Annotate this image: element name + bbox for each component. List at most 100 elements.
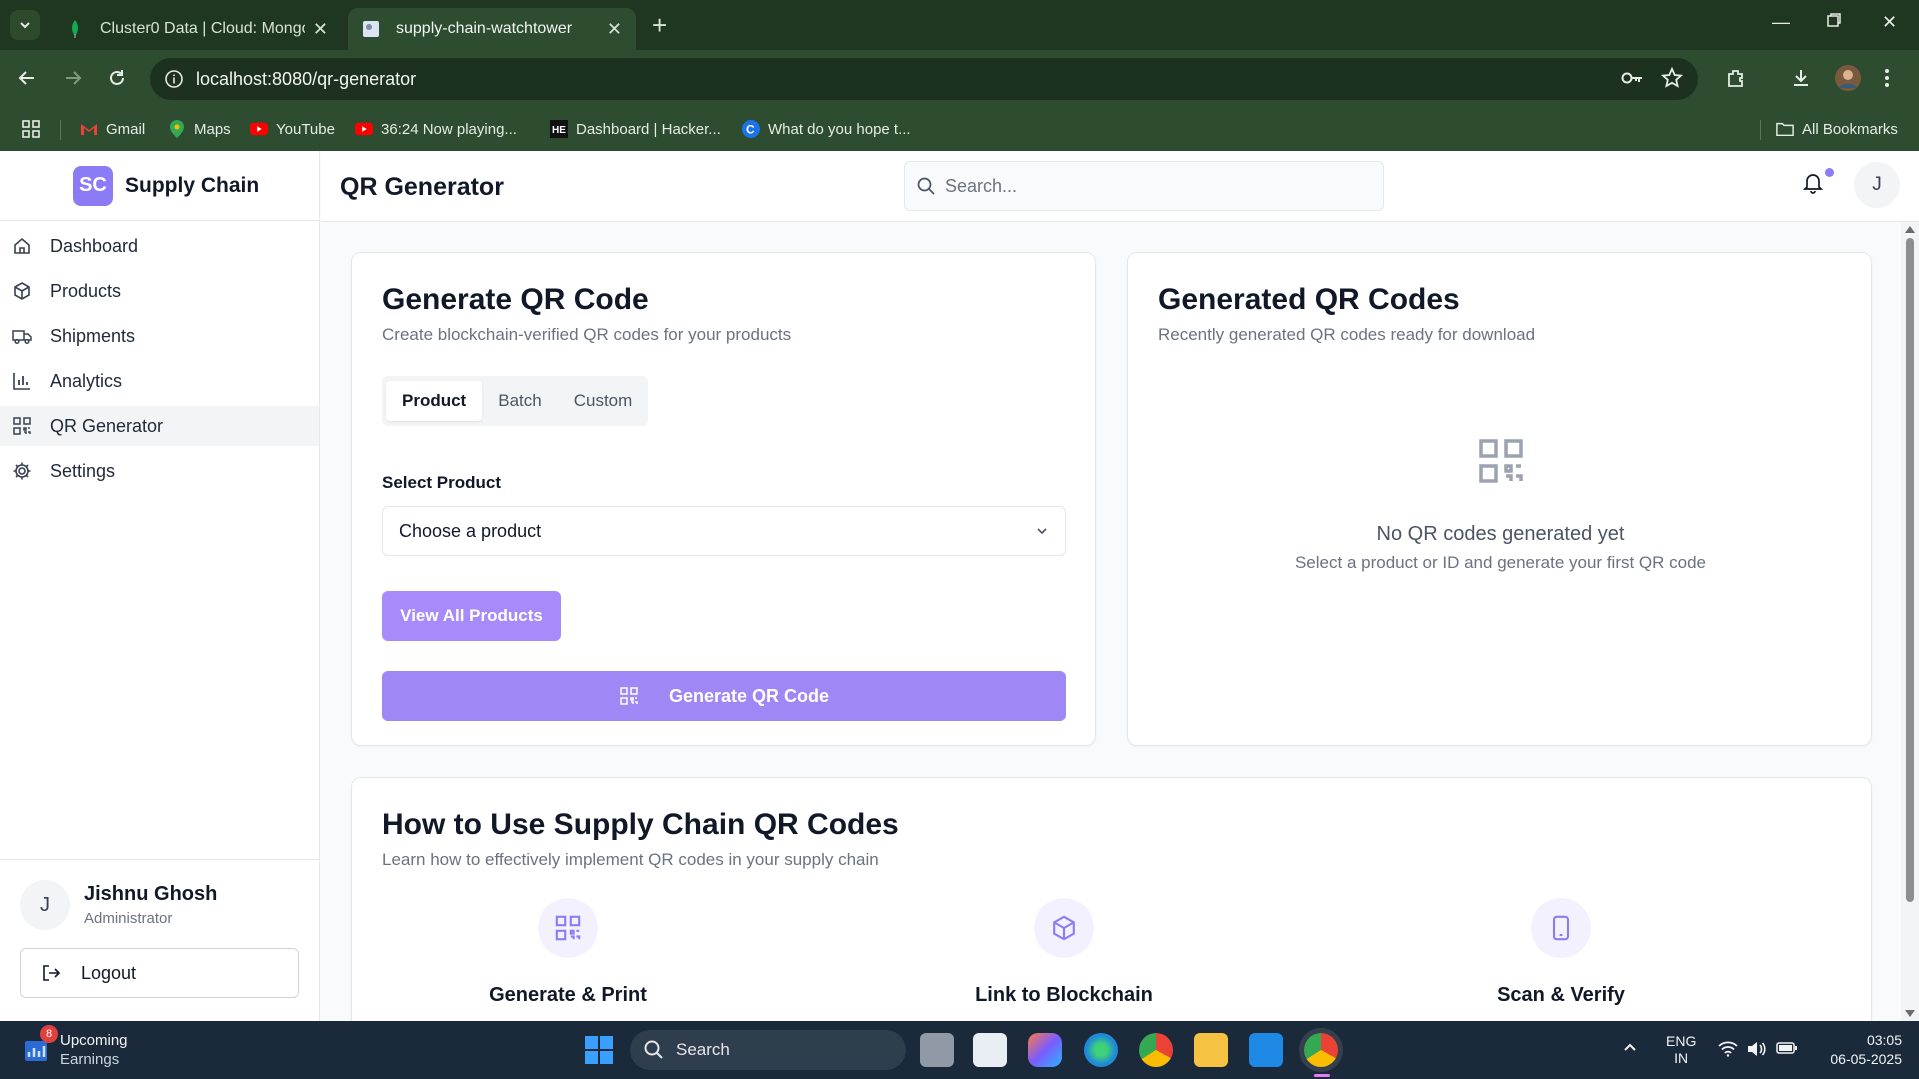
bookmark-label: Gmail (106, 120, 146, 138)
search-box[interactable] (904, 161, 1384, 211)
widgets-button[interactable]: 8 Upcoming Earnings (24, 1025, 128, 1069)
step-label: Link to Blockchain (975, 984, 1153, 1006)
copilot-icon[interactable] (1028, 1033, 1062, 1067)
sidebar-item-label: Settings (50, 460, 116, 481)
bookmark-gmail[interactable]: Gmail (80, 120, 145, 138)
microsoft-store-icon[interactable] (973, 1033, 1007, 1067)
file-explorer-gallery-icon[interactable] (920, 1033, 954, 1067)
sidebar-item-shipments[interactable]: Shipments (0, 316, 319, 356)
password-key-icon[interactable] (1620, 67, 1644, 89)
logout-icon (43, 965, 61, 981)
taskbar-search[interactable]: Search (630, 1030, 906, 1070)
tab-batch[interactable]: Batch (482, 381, 557, 421)
close-icon[interactable]: ✕ (313, 19, 328, 40)
clock[interactable]: 03:05 06-05-2025 (1818, 1031, 1902, 1069)
card-title: Generate QR Code (382, 283, 649, 316)
bookmarks-bar: Gmail Maps YouTube 36:24 Now playing... … (0, 108, 1919, 151)
url-text: localhost:8080/qr-generator (196, 68, 417, 89)
maps-icon (168, 120, 186, 138)
bookmark-now-playing[interactable]: 36:24 Now playing... (355, 120, 517, 138)
extensions-icon[interactable] (1725, 67, 1747, 89)
wifi-icon[interactable] (1718, 1041, 1738, 1057)
view-all-products-button[interactable]: View All Products (382, 591, 561, 641)
folder-icon[interactable] (1194, 1033, 1228, 1067)
notification-badge: 8 (40, 1025, 58, 1043)
bell-icon[interactable] (1803, 172, 1823, 194)
page-icon (362, 20, 380, 38)
empty-state-subtitle: Select a product or ID and generate your… (1294, 553, 1707, 572)
info-icon[interactable] (164, 69, 184, 89)
menu-kebab-icon[interactable] (1884, 67, 1890, 89)
region-code: IN (1674, 1050, 1689, 1066)
browser-tab-active[interactable]: supply-chain-watchtower ✕ (348, 8, 636, 50)
bookmark-maps[interactable]: Maps (168, 120, 231, 138)
sidebar-item-products[interactable]: Products (0, 271, 319, 311)
scrollbar-thumb[interactable] (1906, 238, 1914, 902)
vscode-icon[interactable] (1249, 1033, 1283, 1067)
clock-date: 06-05-2025 (1830, 1051, 1902, 1067)
scroll-down-arrow[interactable] (1905, 1010, 1915, 1017)
restore-icon[interactable] (1826, 12, 1842, 28)
sidebar-item-dashboard[interactable]: Dashboard (0, 226, 319, 266)
widget-line1: Upcoming (60, 1032, 128, 1049)
qr-type-tabs: Product Batch Custom (382, 376, 648, 426)
sidebar-item-settings[interactable]: Settings (0, 451, 319, 491)
download-icon[interactable] (1790, 67, 1812, 89)
all-bookmarks[interactable]: All Bookmarks (1776, 120, 1898, 138)
star-icon[interactable] (1661, 67, 1683, 89)
edge-icon[interactable] (1084, 1033, 1118, 1067)
bookmark-what-do-you-hope[interactable]: C What do you hope t... (742, 120, 911, 138)
close-window-icon[interactable]: ✕ (1882, 12, 1897, 33)
qr-code-icon (620, 687, 638, 705)
tab-search-button[interactable] (10, 10, 40, 40)
battery-icon[interactable] (1776, 1041, 1798, 1055)
tab-custom[interactable]: Custom (558, 381, 649, 421)
search-input[interactable] (945, 175, 1345, 197)
sidebar-nav: Dashboard Products Shipments Analytics Q… (0, 226, 319, 491)
tab-product[interactable]: Product (386, 381, 483, 421)
language-indicator[interactable]: ENG IN (1666, 1033, 1696, 1067)
forward-icon[interactable] (62, 67, 84, 89)
sidebar-item-analytics[interactable]: Analytics (0, 361, 319, 401)
search-icon (917, 177, 935, 195)
active-app-indicator (1314, 1074, 1330, 1077)
bookmark-hackerearth[interactable]: HE Dashboard | Hacker... (550, 120, 721, 138)
logout-button[interactable]: Logout (20, 948, 299, 998)
card-subtitle: Create blockchain-verified QR codes for … (382, 325, 792, 344)
new-tab-button[interactable]: + (652, 12, 667, 38)
close-icon[interactable]: ✕ (607, 19, 622, 40)
sidebar-item-label: Shipments (50, 325, 136, 346)
tab-title: supply-chain-watchtower (396, 20, 573, 37)
apps-grid-icon[interactable] (22, 120, 40, 138)
sidebar-item-qr-generator[interactable]: QR Generator (0, 406, 319, 446)
bookmark-youtube[interactable]: YouTube (250, 120, 335, 138)
avatar[interactable]: J (1854, 162, 1900, 208)
page-scrollbar[interactable] (1901, 222, 1919, 1021)
reload-icon[interactable] (106, 67, 128, 89)
home-icon (14, 237, 30, 254)
browser-tab-strip: Cluster0 Data | Cloud: MongoDB ✕ supply-… (0, 0, 1919, 50)
back-icon[interactable] (16, 67, 38, 89)
chrome-icon[interactable] (1304, 1033, 1338, 1067)
address-bar[interactable]: localhost:8080/qr-generator (150, 58, 1698, 100)
avatar[interactable]: J (20, 880, 70, 930)
scroll-up-arrow[interactable] (1905, 226, 1915, 233)
os-taskbar: 8 Upcoming Earnings Search ENG IN 03:05 … (0, 1021, 1919, 1079)
how-to-use-card: How to Use Supply Chain QR Codes Learn h… (351, 777, 1872, 1021)
clock-time: 03:05 (1866, 1032, 1902, 1048)
browser-toolbar: localhost:8080/qr-generator (0, 50, 1919, 108)
browser-tab-mongodb[interactable]: Cluster0 Data | Cloud: MongoDB ✕ (52, 8, 342, 50)
start-button[interactable] (584, 1035, 614, 1065)
svg-text:C: C (746, 123, 755, 137)
c-icon: C (742, 120, 760, 138)
generate-qr-button[interactable]: Generate QR Code (382, 671, 1066, 721)
chevron-up-icon[interactable] (1622, 1039, 1638, 1055)
volume-icon[interactable] (1746, 1041, 1766, 1057)
select-product-label: Select Product (382, 473, 502, 492)
logout-label: Logout (81, 962, 137, 983)
chrome-icon[interactable] (1139, 1033, 1173, 1067)
minimize-icon[interactable]: — (1772, 12, 1790, 33)
product-select[interactable]: Choose a product (382, 506, 1066, 556)
profile-avatar-icon[interactable] (1834, 64, 1862, 92)
brand[interactable]: SC Supply Chain (0, 151, 319, 221)
